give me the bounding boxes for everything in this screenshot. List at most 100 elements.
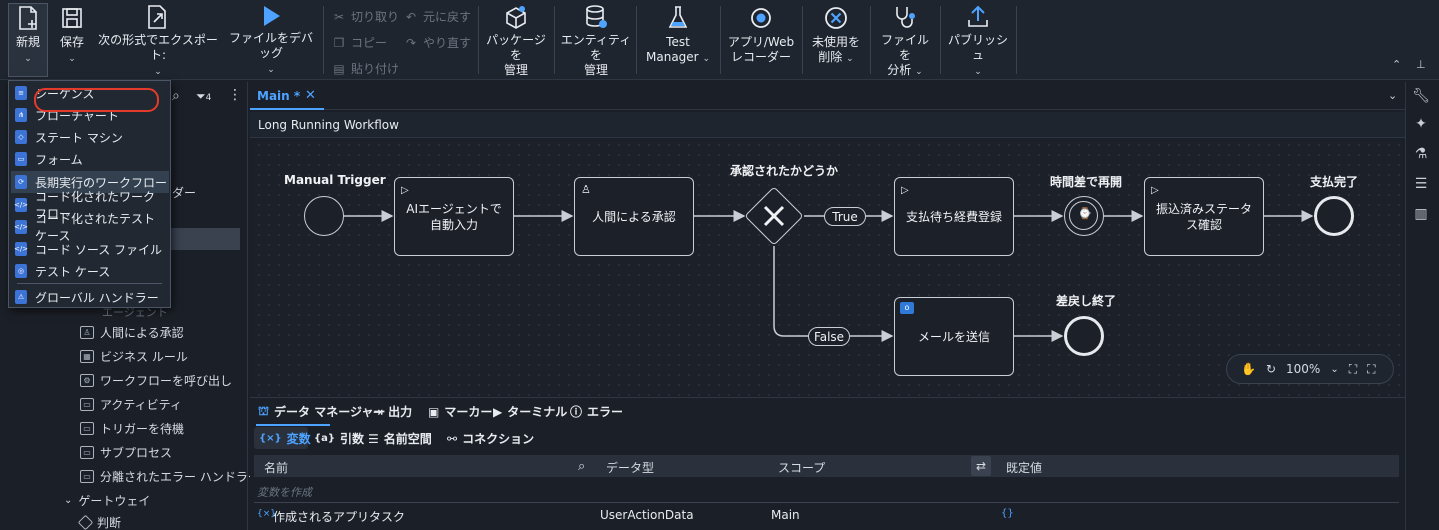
recorder-button[interactable]: アプリ/Web レコーダー [726, 4, 796, 76]
subtab-variables[interactable]: {×} 変数 [259, 430, 311, 447]
menu-item-global-handler[interactable]: ⚠ グローバル ハンドラー [15, 286, 165, 308]
analyze-file-button[interactable]: ファイルを 分析 ⌄ [876, 4, 934, 77]
tab-errors[interactable]: ⓘ エラー [570, 403, 623, 420]
hand-icon[interactable]: ✋ [1241, 362, 1256, 376]
collapse-ribbon-icon[interactable]: ⌃ [1392, 58, 1401, 71]
tree-item-error-handler[interactable]: ▭ 分離されたエラー ハンドラー [80, 468, 260, 485]
list-icon[interactable]: ☰ [1411, 176, 1431, 196]
gateway-label: 承認されたかどうか [730, 164, 839, 178]
tree-item-decision[interactable]: 判断 [77, 514, 121, 530]
task-register-expense[interactable]: ▷ 支払待ち経費登録 [894, 177, 1014, 256]
menu-item-state-machine[interactable]: ◇ ステート マシン [15, 126, 165, 148]
column-name[interactable]: 名前 [264, 459, 288, 476]
end-event-return[interactable] [1064, 316, 1104, 356]
sequence-icon: ≡ [15, 86, 27, 100]
flowchart-icon: ⋔ [15, 108, 27, 122]
task-ai-agent[interactable]: ▷ AIエージェントで自動入力 [394, 177, 514, 256]
code-icon: </> [14, 198, 28, 212]
condition-false[interactable]: False [808, 327, 850, 346]
tree-item-human-approval[interactable]: ♙ 人間による承認 [80, 324, 184, 341]
publish-label: パブリッシュ [947, 33, 1008, 62]
tree-item-business-rule[interactable]: ▦ ビジネス ルール [80, 348, 188, 365]
close-icon[interactable]: ✕ [305, 88, 316, 103]
column-data-type[interactable]: データ型 [606, 459, 654, 476]
tab-output[interactable]: ⇥ 出力 [373, 403, 412, 420]
column-default-value[interactable]: 既定値 [1006, 459, 1042, 476]
test-manager-button[interactable]: Test Manager ⌄ [642, 4, 714, 76]
chart-icon[interactable]: ▥ [1411, 206, 1431, 226]
menu-item-test-case[interactable]: ◎ テスト ケース [15, 260, 165, 282]
entities-label-2: 管理 [583, 63, 608, 77]
tree-item-wait-trigger[interactable]: ▭ トリガーを待機 [80, 420, 184, 437]
wrench-icon[interactable]: 🔧︎ [1411, 88, 1431, 108]
tab-data-manager[interactable]: ⛫ データ マネージャー [258, 403, 385, 420]
fullscreen-icon[interactable]: ⛶ [1367, 362, 1375, 377]
tree-group-gateway[interactable]: ⌄ ゲートウェイ [64, 492, 150, 509]
gateway-x-icon [763, 205, 785, 227]
tab-markers[interactable]: ▣ マーカー [428, 403, 492, 420]
menu-item-form[interactable]: ▭ フォーム [15, 148, 165, 170]
tree-item-activity[interactable]: ▭ アクティビティ [80, 396, 182, 413]
more-options-icon[interactable]: ⋮ [228, 87, 242, 103]
tab-main[interactable]: Main * ✕ [250, 82, 324, 110]
manage-entities-button[interactable]: エンティティを 管理 [560, 4, 632, 77]
variable-type: UserActionData [600, 508, 694, 522]
search-icon[interactable]: ⌕ [578, 459, 585, 474]
publish-button[interactable]: パブリッシュ ⌄ [946, 4, 1010, 77]
menu-item-code-source-file[interactable]: </> コード ソース ファイル [14, 238, 165, 260]
variables-table-header [254, 455, 1399, 477]
person-icon: ♙ [581, 183, 591, 196]
tree-item-label: ビジネス ルール [100, 350, 188, 364]
invoke-workflow-icon: ⚙ [80, 374, 94, 387]
swap-icon[interactable]: ⇄ [971, 456, 991, 476]
subtab-namespaces[interactable]: ☰ 名前空間 [368, 430, 432, 447]
remove-unused-button[interactable]: 未使用を 削除 ⌄ [808, 4, 864, 76]
undo-button[interactable]: ↶ 元に戻す [404, 8, 471, 25]
task-send-mail[interactable]: o メールを送信 [894, 297, 1014, 376]
chevron-down-icon[interactable]: ⌄ [1388, 89, 1397, 102]
undo-icon: ↶ [405, 9, 417, 24]
redo-button[interactable]: ↷ やり直す [404, 34, 471, 51]
condition-true[interactable]: True [824, 207, 866, 226]
paste-button[interactable]: ▤ 貼り付け [332, 60, 399, 77]
end-event-paid[interactable] [1314, 196, 1354, 236]
search-icon[interactable]: ⌕ [172, 88, 180, 104]
cut-button[interactable]: ✂ 切り取り [332, 8, 399, 25]
task-label: 支払待ち経費登録 [905, 209, 1002, 224]
menu-item-coded-test-case[interactable]: </> コード化されたテスト ケース [14, 212, 165, 243]
fit-screen-icon[interactable]: ⛶ [1349, 362, 1357, 377]
subtab-connections[interactable]: ⚯ コネクション [447, 430, 534, 447]
copy-icon: ❐ [333, 35, 345, 50]
flask-icon[interactable]: ⚗ [1411, 146, 1431, 166]
debug-file-button[interactable]: ファイルをデバッグ ⌄ [226, 4, 316, 76]
pin-icon[interactable]: ⊥ [1416, 58, 1426, 71]
create-variable-placeholder[interactable]: 変数を作成 [257, 484, 312, 500]
tree-selected-row[interactable] [170, 228, 240, 250]
error-icon: ⓘ [570, 405, 583, 419]
zoom-level[interactable]: 100% [1286, 362, 1320, 376]
task-confirm-transfer[interactable]: ▷ 振込済みステータス確認 [1144, 177, 1264, 256]
tab-terminal[interactable]: ▶ ターミナル [493, 403, 567, 420]
save-button[interactable]: 保存 ⌄ [54, 4, 90, 76]
manage-packages-button[interactable]: パッケージを 管理 [484, 4, 548, 77]
activity-icon: ▭ [80, 398, 94, 411]
timer-event[interactable]: ⌚ [1064, 196, 1104, 236]
table-row[interactable]: {×} 作成されるアプリタスク UserActionData Main {} [254, 504, 1399, 528]
tree-item-invoke-workflow[interactable]: ⚙ ワークフローを呼び出し [80, 372, 232, 389]
start-event[interactable] [304, 196, 344, 236]
column-scope[interactable]: スコープ [778, 459, 825, 476]
subtab-arguments[interactable]: {a} 引数 [314, 430, 364, 447]
task-human-approval[interactable]: ♙ 人間による承認 [574, 177, 694, 256]
export-button[interactable]: 次の形式でエクスポート: ⌄ [98, 4, 218, 77]
chevron-down-icon: ⌄ [267, 65, 275, 75]
filter-button[interactable]: ⏷4 [196, 89, 211, 104]
new-button[interactable]: 新規 ⌄ [8, 3, 48, 77]
sparkle-icon[interactable]: ✦ [1411, 116, 1431, 136]
variable-default: {} [1001, 508, 1014, 519]
tree-item-subprocess[interactable]: ▭ サブプロセス [80, 444, 172, 461]
copy-button[interactable]: ❐ コピー [332, 34, 387, 51]
chevron-down-icon[interactable]: ⌄ [1330, 364, 1338, 375]
subtab-label: コネクション [462, 432, 535, 446]
reset-icon[interactable]: ↻ [1266, 362, 1276, 376]
ribbon-divider [720, 6, 721, 74]
